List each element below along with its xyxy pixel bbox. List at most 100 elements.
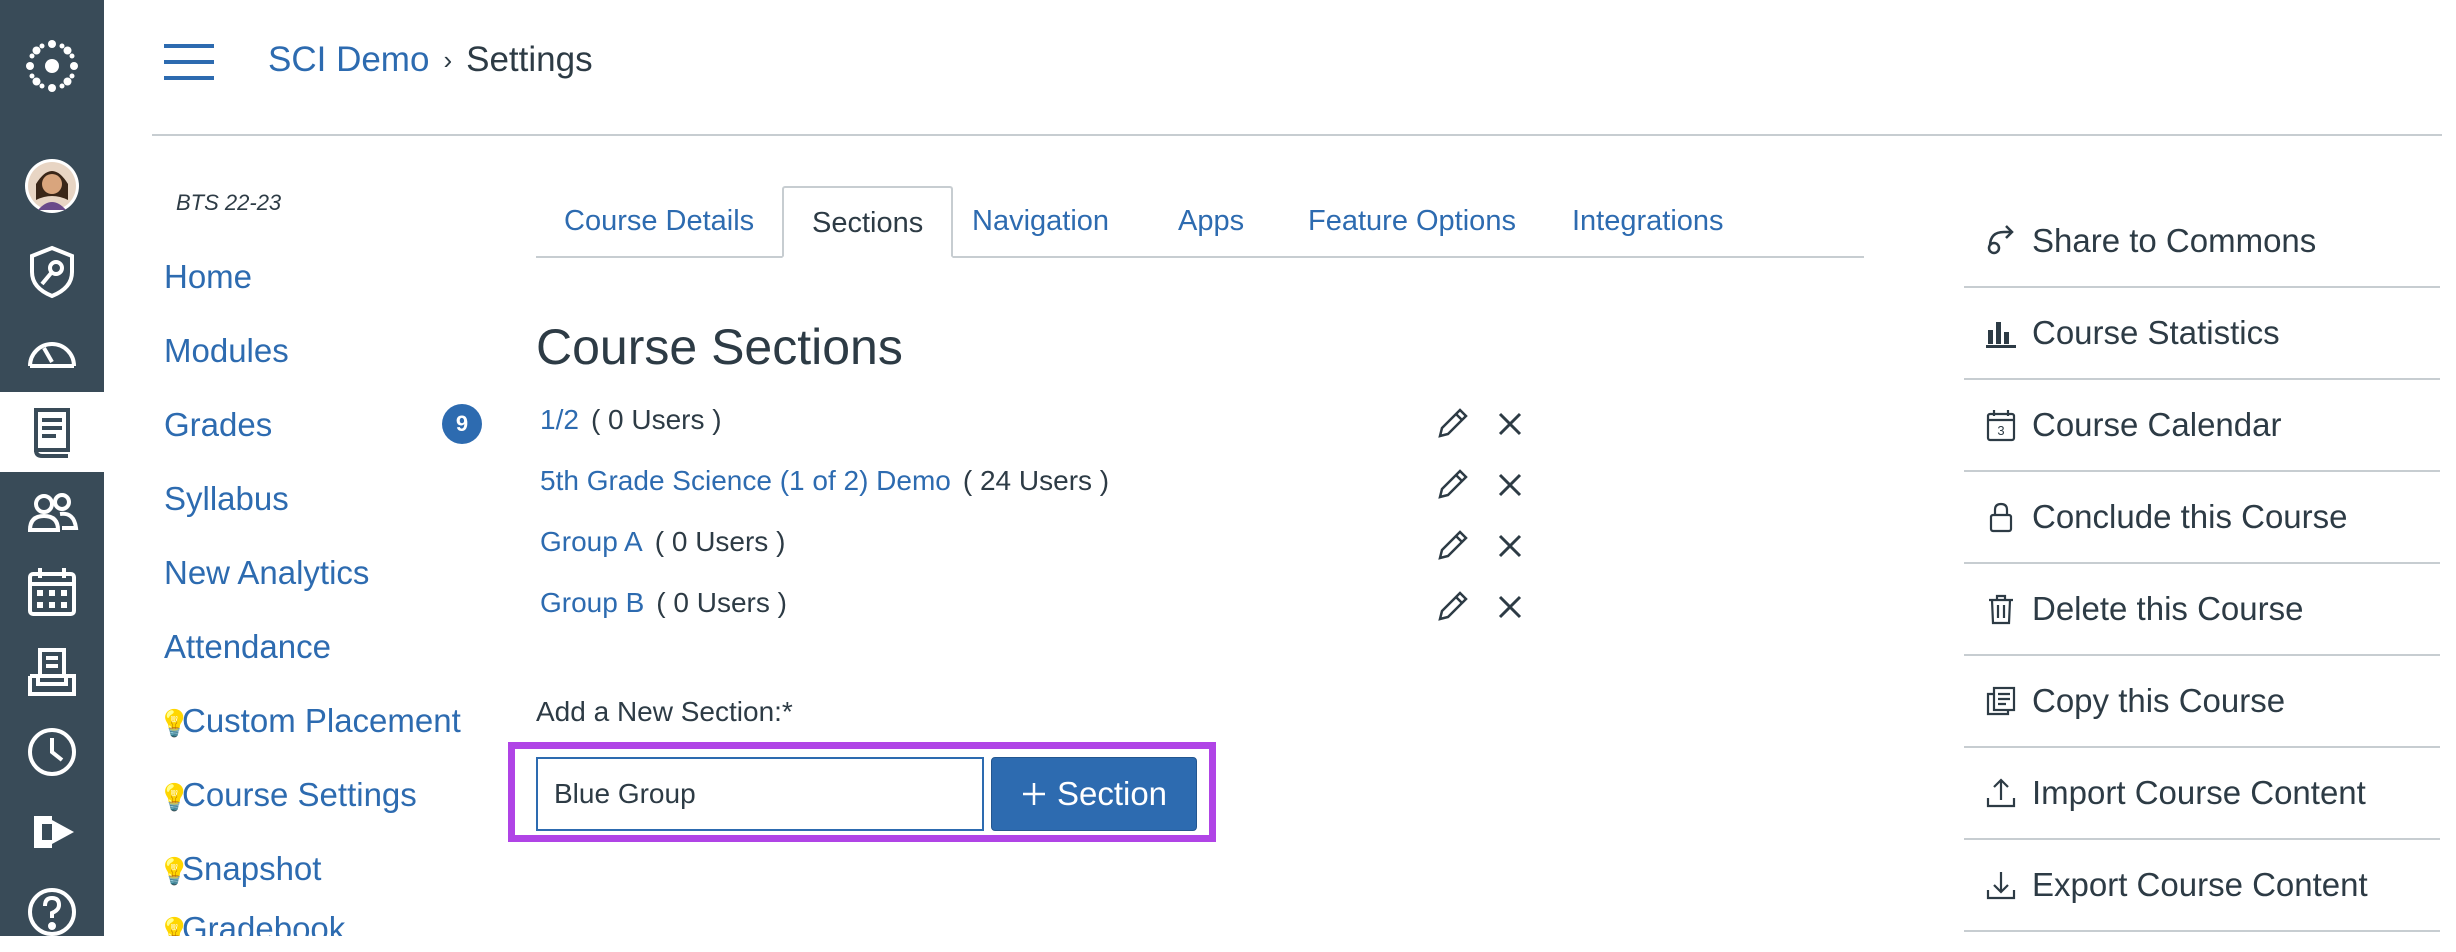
bar-chart-icon <box>1986 322 2016 348</box>
add-section-label: Add a New Section:* <box>536 696 793 727</box>
section-link[interactable]: 1/2 <box>540 404 579 435</box>
commons-icon[interactable] <box>0 792 104 872</box>
breadcrumb-course-link[interactable]: SCI Demo <box>268 40 429 80</box>
dashboard-icon[interactable] <box>0 312 104 392</box>
breadcrumb: SCI Demo › Settings <box>268 40 593 80</box>
section-row: Group B ( 0 Users ) <box>540 587 787 619</box>
calendar-icon[interactable] <box>0 552 104 632</box>
new-section-input[interactable] <box>536 757 984 831</box>
hamburger-menu-icon[interactable] <box>164 44 214 84</box>
copy-course-link[interactable]: Copy this Course <box>1964 656 2440 748</box>
delete-x-icon[interactable] <box>1492 406 1528 442</box>
section-actions <box>1434 467 1528 503</box>
add-section-button-label: Section <box>1056 775 1168 812</box>
section-link[interactable]: 5th Grade Science (1 of 2) Demo <box>540 465 951 496</box>
export-content-link[interactable]: Export Course Content <box>1964 840 2440 932</box>
grades-count-badge: 9 <box>442 404 482 444</box>
sidebar-item-label: Copy this Course <box>2032 682 2286 719</box>
help-icon[interactable] <box>0 872 104 952</box>
course-nav-gradebook[interactable]: 💡Gradebook <box>164 910 345 936</box>
upload-icon <box>1986 778 2016 808</box>
lock-icon <box>1989 502 2013 533</box>
delete-course-link[interactable]: Delete this Course <box>1964 564 2440 656</box>
section-row: Group A ( 0 Users ) <box>540 526 785 558</box>
section-actions <box>1434 406 1528 442</box>
page-header: SCI Demo › Settings <box>152 0 2442 136</box>
inbox-icon[interactable] <box>0 632 104 712</box>
tab-navigation[interactable]: Navigation <box>944 186 1137 256</box>
trash-icon <box>1989 594 2013 625</box>
groups-icon[interactable] <box>0 472 104 552</box>
sidebar-item-label: Import Course Content <box>2032 774 2366 811</box>
lightbulb-icon: 💡 <box>158 708 191 738</box>
course-nav-custom-placement[interactable]: 💡Custom Placement <box>158 702 461 740</box>
logo-icon[interactable] <box>0 26 104 106</box>
edit-pencil-icon[interactable] <box>1434 589 1470 625</box>
course-calendar-link[interactable]: 3 Course Calendar <box>1964 380 2440 472</box>
course-nav-label: Snapshot <box>182 850 322 887</box>
course-statistics-link[interactable]: Course Statistics <box>1964 288 2440 380</box>
sidebar-item-label: Course Calendar <box>2032 406 2282 443</box>
course-nav-home[interactable]: Home <box>164 258 252 296</box>
tab-feature-options[interactable]: Feature Options <box>1280 186 1544 256</box>
section-user-count: ( 24 Users ) <box>962 465 1110 496</box>
courses-icon[interactable] <box>0 392 104 472</box>
tab-course-details[interactable]: Course Details <box>536 186 782 256</box>
account-icon[interactable] <box>0 146 104 226</box>
share-icon <box>1987 225 2014 255</box>
course-term: BTS 22-23 <box>176 190 282 215</box>
global-nav <box>0 0 104 936</box>
sidebar-item-label: Course Statistics <box>2032 314 2280 351</box>
section-row: 1/2 ( 0 Users ) <box>540 404 722 436</box>
tab-integrations[interactable]: Integrations <box>1544 186 1752 256</box>
import-content-link[interactable]: Import Course Content <box>1964 748 2440 840</box>
calendar-icon: 3 <box>1986 410 2016 442</box>
conclude-course-link[interactable]: Conclude this Course <box>1964 472 2440 564</box>
course-nav-snapshot[interactable]: 💡Snapshot <box>158 850 322 888</box>
section-row: 5th Grade Science (1 of 2) Demo ( 24 User… <box>540 465 1109 497</box>
edit-pencil-icon[interactable] <box>1434 467 1470 503</box>
plus-icon <box>1022 783 1045 805</box>
section-actions <box>1434 589 1528 625</box>
sidebar-item-label: Share to Commons <box>2032 222 2317 259</box>
edit-pencil-icon[interactable] <box>1434 406 1470 442</box>
lightbulb-icon: 💡 <box>158 856 191 886</box>
tab-sections[interactable]: Sections <box>782 186 954 258</box>
course-nav-attendance[interactable]: Attendance <box>164 628 331 666</box>
breadcrumb-separator: › <box>443 44 453 75</box>
download-icon <box>1986 872 2016 900</box>
tab-apps[interactable]: Apps <box>1150 186 1272 256</box>
section-actions <box>1434 528 1528 564</box>
history-icon[interactable] <box>0 712 104 792</box>
settings-tabs: Course Details Sections Navigation Apps … <box>536 186 1864 258</box>
course-nav-course-settings[interactable]: 💡Course Settings <box>158 776 417 814</box>
course-nav-label: Gradebook <box>182 910 346 936</box>
course-nav-new-analytics[interactable]: New Analytics <box>164 554 369 592</box>
course-nav-label: Custom Placement <box>182 702 461 739</box>
section-link[interactable]: Group A <box>540 526 643 557</box>
course-nav-grades[interactable]: Grades <box>164 406 272 444</box>
section-user-count: ( 0 Users ) <box>654 526 786 557</box>
breadcrumb-current: Settings <box>466 40 593 79</box>
page-title: Course Sections <box>536 319 903 375</box>
course-nav-label: Course Settings <box>182 776 417 813</box>
delete-x-icon[interactable] <box>1492 589 1528 625</box>
sidebar-item-label: Delete this Course <box>2032 590 2304 627</box>
lightbulb-icon: 💡 <box>164 916 191 936</box>
sidebar-item-label: Export Course Content <box>2032 866 2368 903</box>
svg-text:3: 3 <box>1997 423 2004 438</box>
section-link[interactable]: Group B <box>540 587 644 618</box>
delete-x-icon[interactable] <box>1492 528 1528 564</box>
share-to-commons-link[interactable]: Share to Commons <box>1964 196 2440 288</box>
course-nav-syllabus[interactable]: Syllabus <box>164 480 289 518</box>
delete-x-icon[interactable] <box>1492 467 1528 503</box>
edit-pencil-icon[interactable] <box>1434 528 1470 564</box>
sidebar-item-label: Conclude this Course <box>2032 498 2348 535</box>
add-section-button[interactable]: Section <box>991 757 1197 831</box>
course-nav-modules[interactable]: Modules <box>164 332 289 370</box>
section-user-count: ( 0 Users ) <box>590 404 722 435</box>
admin-icon[interactable] <box>0 232 104 312</box>
section-user-count: ( 0 Users ) <box>656 587 787 618</box>
lightbulb-icon: 💡 <box>158 782 191 812</box>
copy-icon <box>1986 686 2016 716</box>
